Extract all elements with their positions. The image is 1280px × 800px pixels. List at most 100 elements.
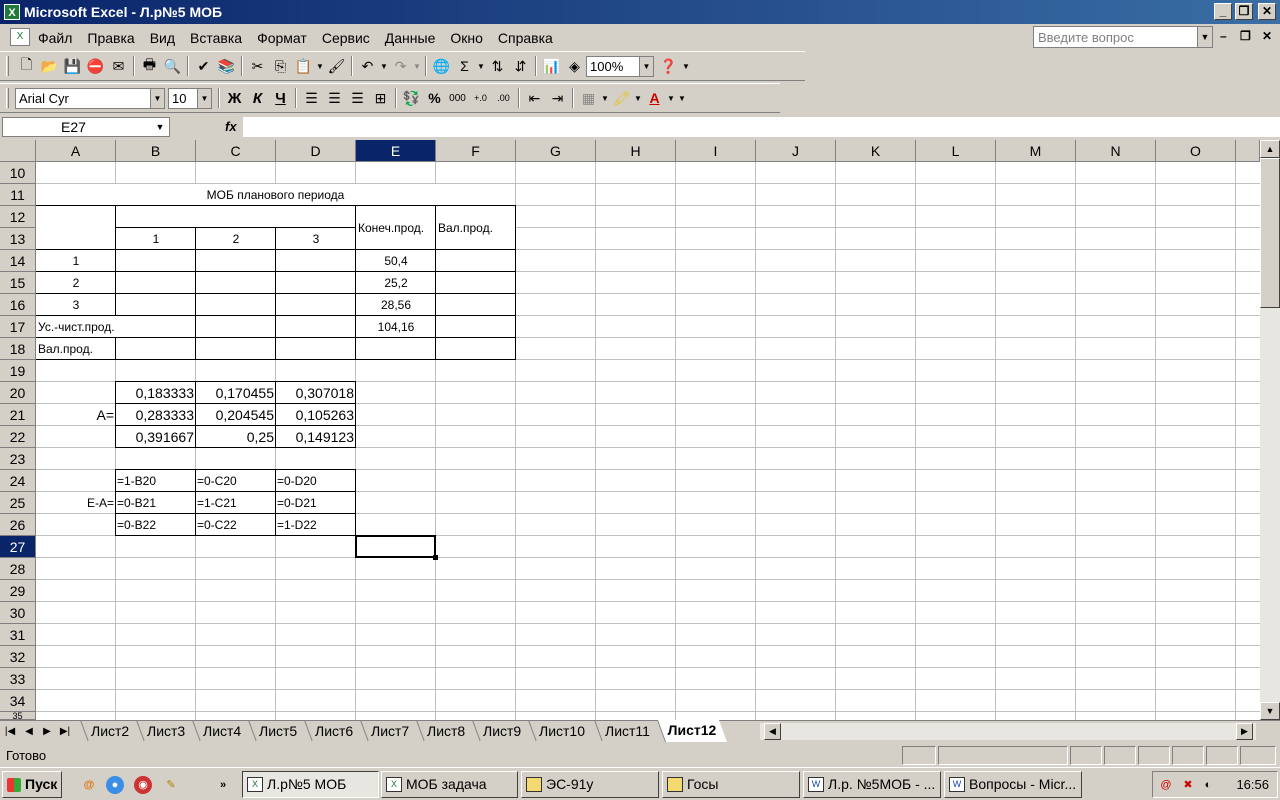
- net-product-label[interactable]: Ус.-чист.прод.: [38, 316, 188, 338]
- matrix-ea-cell[interactable]: =0-B21: [117, 492, 195, 514]
- next-sheet-arrow[interactable]: ▶: [40, 723, 54, 740]
- task-excel-mob[interactable]: X МОБ задача: [381, 771, 518, 798]
- decrease-indent-icon[interactable]: ⇤: [523, 87, 546, 109]
- matrix-ea-cell[interactable]: =0-D21: [277, 492, 355, 514]
- column-header-o[interactable]: O: [1156, 140, 1236, 162]
- row-header-19[interactable]: 19: [0, 360, 36, 382]
- matrix-ea-cell[interactable]: =1-B20: [117, 470, 195, 492]
- select-all-corner[interactable]: [0, 140, 36, 162]
- increase-decimal-icon[interactable]: +.0: [469, 87, 492, 109]
- sheet-tab[interactable]: Лист2: [80, 721, 139, 741]
- matrix-ea-label[interactable]: E-A=: [36, 492, 116, 514]
- permission-icon[interactable]: ⛔: [84, 55, 107, 77]
- row-header-35[interactable]: 35: [0, 712, 36, 720]
- sheet-tab[interactable]: Лист9: [472, 721, 531, 741]
- scroll-left-arrow[interactable]: ◀: [764, 723, 781, 740]
- font-size-select[interactable]: 10 ▼: [168, 87, 212, 109]
- minimize-button[interactable]: _: [1214, 3, 1232, 20]
- copy-icon[interactable]: ⎘: [269, 55, 292, 77]
- chart-wizard-icon[interactable]: 📊: [540, 55, 563, 77]
- print-icon[interactable]: 🖶: [138, 55, 161, 77]
- final-product-value[interactable]: 50,4: [356, 250, 436, 272]
- active-cell-e27[interactable]: [355, 535, 438, 560]
- matrix-a-cell[interactable]: 0,105263: [276, 404, 356, 426]
- start-button[interactable]: Пуск: [2, 771, 62, 798]
- matrix-a-cell[interactable]: 0,25: [196, 426, 276, 448]
- row-header-24[interactable]: 24: [0, 470, 36, 492]
- task-folder-gosy[interactable]: Госы: [662, 771, 800, 798]
- toolbar-options-icon[interactable]: ▼: [676, 87, 688, 109]
- sheet-tab[interactable]: Лист4: [192, 721, 251, 741]
- row-header-13[interactable]: 13: [0, 228, 36, 250]
- horizontal-scrollbar[interactable]: ◀ ▶: [760, 723, 1256, 740]
- matrix-ea-cell[interactable]: =1-C21: [197, 492, 275, 514]
- volume-icon[interactable]: ◐: [1199, 776, 1217, 794]
- row-header-20[interactable]: 20: [0, 382, 36, 404]
- redo-icon[interactable]: ↷: [389, 55, 412, 77]
- font-size-dropdown-arrow[interactable]: ▼: [197, 88, 211, 108]
- column-header-e[interactable]: E: [356, 140, 436, 162]
- font-dropdown-arrow[interactable]: ▼: [150, 88, 164, 108]
- scroll-down-arrow[interactable]: ▼: [1260, 702, 1280, 720]
- final-product-value[interactable]: 25,2: [356, 272, 436, 294]
- paste-icon[interactable]: 📋: [292, 55, 315, 77]
- undo-icon[interactable]: ↶: [356, 55, 379, 77]
- sheet-tab[interactable]: Лист7: [360, 721, 419, 741]
- zoom-dropdown-arrow[interactable]: ▼: [639, 56, 653, 76]
- name-box[interactable]: E27 ▼: [2, 117, 170, 137]
- opera-icon[interactable]: @: [80, 776, 98, 794]
- zoom-select[interactable]: 100% ▼: [586, 55, 654, 77]
- final-product-value[interactable]: 28,56: [356, 294, 436, 316]
- row-header-33[interactable]: 33: [0, 668, 36, 690]
- row-header-25[interactable]: 25: [0, 492, 36, 514]
- row-header-22[interactable]: 22: [0, 426, 36, 448]
- vertical-scroll-thumb[interactable]: [1260, 158, 1280, 308]
- matrix-a-cell[interactable]: 0,170455: [196, 382, 276, 404]
- help-question-input[interactable]: Введите вопрос ▼: [1033, 26, 1213, 48]
- row-header-28[interactable]: 28: [0, 558, 36, 580]
- print-preview-icon[interactable]: 🔍: [161, 55, 184, 77]
- media-icon[interactable]: ◉: [134, 776, 152, 794]
- new-icon[interactable]: 🗋: [15, 55, 38, 77]
- column-header-m[interactable]: M: [996, 140, 1076, 162]
- network-disconnected-icon[interactable]: ✖: [1179, 776, 1197, 794]
- matrix-a-cell[interactable]: 0,149123: [276, 426, 356, 448]
- matrix-ea-cell[interactable]: =1-D22: [277, 514, 355, 536]
- gross-product-header[interactable]: Вал.прод.: [438, 217, 516, 239]
- hyperlink-icon[interactable]: 🌐: [430, 55, 453, 77]
- help-dropdown-arrow[interactable]: ▼: [1197, 27, 1212, 47]
- increase-indent-icon[interactable]: ⇥: [546, 87, 569, 109]
- redo-dropdown-icon[interactable]: ▼: [412, 55, 422, 77]
- quicklaunch-overflow-icon[interactable]: »: [214, 776, 232, 794]
- open-icon[interactable]: 📂: [38, 55, 61, 77]
- paste-dropdown-icon[interactable]: ▼: [315, 55, 325, 77]
- matrix-ea-cell[interactable]: =0-C20: [197, 470, 275, 492]
- sort-ascending-icon[interactable]: ⇅: [486, 55, 509, 77]
- column-header-c[interactable]: C: [196, 140, 276, 162]
- menu-help[interactable]: Справка: [498, 30, 553, 46]
- align-left-icon[interactable]: ☰: [300, 87, 323, 109]
- column-header-f[interactable]: F: [436, 140, 516, 162]
- task-word-questions[interactable]: W Вопросы - Micr...: [944, 771, 1082, 798]
- align-center-icon[interactable]: ☰: [323, 87, 346, 109]
- spelling-icon[interactable]: ✔: [192, 55, 215, 77]
- percent-icon[interactable]: %: [423, 87, 446, 109]
- sector-header-2[interactable]: 2: [196, 228, 276, 250]
- italic-button[interactable]: К: [246, 87, 269, 109]
- worksheet-grid[interactable]: A B C D E F G H I J K L M N O 10 11 12 1…: [0, 140, 1260, 720]
- last-sheet-arrow[interactable]: ▶|: [58, 723, 72, 740]
- sort-descending-icon[interactable]: ⇵: [509, 55, 532, 77]
- task-excel-lr5[interactable]: X Л.р№5 МОБ: [242, 771, 379, 798]
- toolbar-grip[interactable]: [6, 56, 9, 76]
- autosum-dropdown-icon[interactable]: ▼: [476, 55, 486, 77]
- matrix-a-cell[interactable]: 0,307018: [276, 382, 356, 404]
- name-box-dropdown-arrow[interactable]: ▼: [151, 118, 169, 136]
- sheet-tab-active[interactable]: Лист12: [656, 720, 727, 742]
- sheet-tab[interactable]: Лист3: [136, 721, 195, 741]
- borders-icon[interactable]: ▦: [577, 87, 600, 109]
- messenger-icon[interactable]: ●: [106, 776, 124, 794]
- row-header-15[interactable]: 15: [0, 272, 36, 294]
- font-color-icon[interactable]: A: [643, 87, 666, 109]
- row-label-2[interactable]: 2: [36, 272, 116, 294]
- menu-insert[interactable]: Вставка: [190, 30, 242, 46]
